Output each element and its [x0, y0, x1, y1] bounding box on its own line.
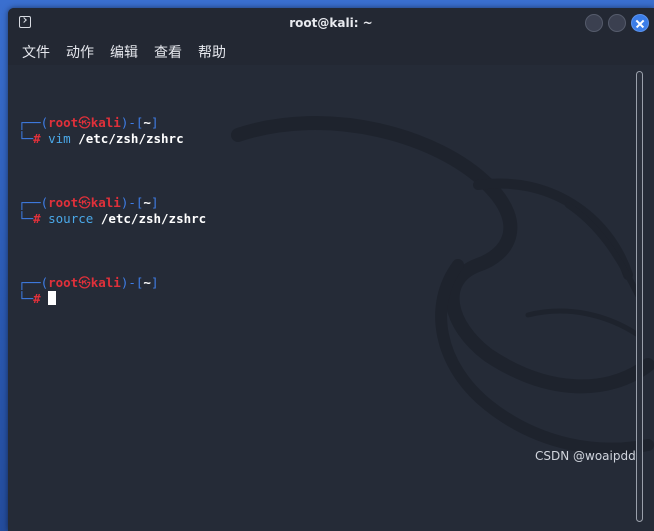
- prompt-frame-close: ]: [150, 115, 159, 130]
- prompt-frame-mid: )-[: [120, 195, 144, 210]
- prompt-directory: ~: [143, 195, 151, 210]
- command-argument: /etc/zsh/zshrc: [78, 131, 184, 146]
- minimize-button[interactable]: [585, 14, 603, 32]
- prompt-user: root: [48, 275, 79, 290]
- prompt-frame-line2: └─: [18, 211, 34, 226]
- menu-edit[interactable]: 编辑: [110, 42, 138, 62]
- prompt-user: root: [48, 195, 79, 210]
- title-bar[interactable]: root@kali: ~: [8, 8, 654, 39]
- command-name: vim: [48, 131, 71, 146]
- prompt-frame-close: ]: [150, 275, 159, 290]
- prompt-at-symbol: ㉿: [78, 275, 91, 290]
- menu-view[interactable]: 查看: [154, 42, 182, 62]
- menu-file[interactable]: 文件: [22, 42, 50, 62]
- prompt-frame-close: ]: [150, 195, 159, 210]
- prompt-host: kali: [90, 195, 121, 210]
- prompt-frame-open: ┌──(: [18, 115, 49, 130]
- window-title: root@kali: ~: [289, 16, 373, 30]
- prompt-block-1: ┌──(root㉿kali)-[~] └─# vim /etc/zsh/zshr…: [18, 115, 206, 147]
- prompt-frame-mid: )-[: [120, 115, 144, 130]
- menu-help[interactable]: 帮助: [198, 42, 226, 62]
- prompt-frame-line2: └─: [18, 291, 34, 306]
- prompt-at-symbol: ㉿: [78, 195, 91, 210]
- prompt-host: kali: [90, 275, 121, 290]
- csdn-watermark: CSDN @woaipdd: [535, 449, 636, 463]
- prompt-block-2: ┌──(root㉿kali)-[~] └─# source /etc/zsh/z…: [18, 195, 206, 227]
- vertical-scrollbar[interactable]: [636, 71, 643, 522]
- prompt-frame-mid: )-[: [120, 275, 144, 290]
- command-name: source: [48, 211, 94, 226]
- prompt-directory: ~: [143, 115, 151, 130]
- prompt-at-symbol: ㉿: [78, 115, 91, 130]
- maximize-button[interactable]: [608, 14, 626, 32]
- prompt-hash: #: [33, 131, 41, 146]
- prompt-block-3: ┌──(root㉿kali)-[~] └─#: [18, 275, 206, 307]
- prompt-hash: #: [33, 291, 41, 306]
- prompt-hash: #: [33, 211, 41, 226]
- close-button[interactable]: [631, 14, 649, 32]
- prompt-directory: ~: [143, 275, 151, 290]
- prompt-frame-line2: └─: [18, 131, 34, 146]
- prompt-frame-open: ┌──(: [18, 275, 49, 290]
- prompt-user: root: [48, 115, 79, 130]
- menu-bar: 文件 动作 编辑 查看 帮助: [8, 39, 654, 65]
- prompt-host: kali: [90, 115, 121, 130]
- text-cursor: [48, 291, 57, 305]
- terminal-output: ┌──(root㉿kali)-[~] └─# vim /etc/zsh/zshr…: [18, 83, 206, 355]
- command-argument: /etc/zsh/zshrc: [100, 211, 207, 226]
- prompt-frame-open: ┌──(: [18, 195, 49, 210]
- menu-action[interactable]: 动作: [66, 42, 94, 62]
